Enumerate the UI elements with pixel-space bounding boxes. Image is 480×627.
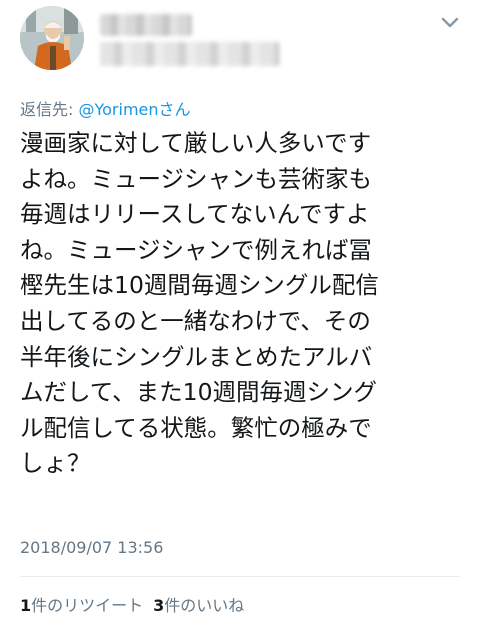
reply-label: 返信先:	[20, 100, 79, 119]
tweet-text-line: 毎週はリリースしてないんですよ	[20, 200, 370, 229]
tweet-timestamp[interactable]: 2018/09/07 13:56	[20, 538, 163, 557]
reply-mention-suffix: さん	[158, 100, 191, 119]
likes-count: 3	[153, 596, 165, 615]
tweet-text-line: ル配信してる状態。繁忙の極みで	[20, 413, 372, 442]
tweet-text-line: 出してるのと一緒なわけで、その	[20, 306, 371, 335]
tweet-text-line: ムだして、また10週間毎週シング	[20, 378, 378, 407]
tweet-text: 漫画家に対して厳しい人多いです よね。ミュージシャンも芸術家も 毎週はリリースし…	[20, 126, 468, 482]
retweets-label: 件のリツイート	[31, 596, 144, 615]
reply-mention-link[interactable]: @Yorimen	[78, 100, 158, 119]
reply-context: 返信先: @Yorimenさん	[20, 96, 191, 120]
display-name-blurred	[100, 14, 192, 36]
retweets-count: 1	[20, 596, 32, 615]
tweet-text-line: しょ？	[20, 449, 91, 478]
retweets-stat[interactable]: 1件のリツイート	[20, 596, 143, 615]
tweet-text-line: よね。ミュージシャンも芸術家も	[20, 164, 373, 193]
divider	[20, 576, 460, 577]
likes-stat[interactable]: 3件のいいね	[153, 596, 244, 615]
avatar-photo	[20, 6, 84, 70]
likes-label: 件のいいね	[164, 596, 245, 615]
tweet-header	[0, 0, 480, 80]
avatar[interactable]	[20, 6, 84, 70]
chevron-down-icon[interactable]	[440, 16, 460, 30]
tweet-text-line: ね。ミュージシャンで例えれば冨	[20, 235, 373, 264]
username-blurred	[100, 42, 280, 66]
tweet-text-line: 樫先生は10週間毎週シングル配信	[20, 271, 379, 300]
tweet-stats: 1件のリツイート 3件のいいね	[20, 592, 244, 616]
tweet-text-line: 漫画家に対して厳しい人多いです	[20, 129, 372, 157]
tweet-text-line: 半年後にシングルまとめたアルバ	[20, 342, 373, 371]
